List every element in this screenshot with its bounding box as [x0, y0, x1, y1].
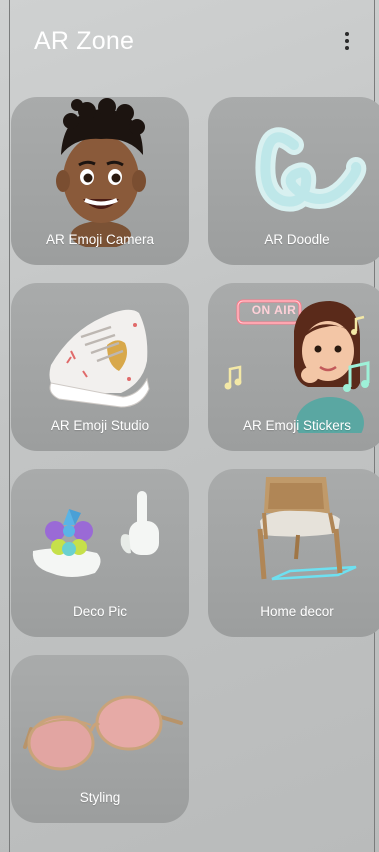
- deco-hands-icon: [32, 491, 159, 577]
- home-decor-label: Home decor: [260, 604, 334, 619]
- doodle-squiggle-icon: [255, 127, 367, 212]
- ar-emoji-stickers-card[interactable]: ON AIR AR Emoji Stickers: [208, 283, 379, 451]
- page-title: AR Zone: [34, 27, 135, 55]
- ar-emoji-studio-label: AR Emoji Studio: [50, 418, 150, 433]
- deco-pic-label: Deco Pic: [72, 604, 128, 619]
- on-air-badge: ON AIR: [251, 303, 297, 317]
- ar-emoji-camera-card[interactable]: AR Emoji Camera: [11, 97, 189, 265]
- home-decor-card[interactable]: Home decor: [208, 469, 379, 637]
- styling-label: Styling: [79, 790, 121, 805]
- more-options-icon[interactable]: [337, 32, 357, 58]
- styling-card[interactable]: Styling: [11, 655, 189, 823]
- chair-icon: [257, 477, 357, 581]
- left-edge-divider: [9, 0, 10, 852]
- ar-doodle-card[interactable]: AR Doodle: [208, 97, 379, 265]
- deco-pic-card[interactable]: Deco Pic: [11, 469, 189, 637]
- sneaker-icon: [49, 309, 150, 408]
- ar-emoji-stickers-label: AR Emoji Stickers: [242, 418, 352, 433]
- sunglasses-icon: [23, 695, 183, 771]
- ar-doodle-label: AR Doodle: [264, 232, 330, 247]
- avatar-head-icon: [56, 98, 146, 247]
- ar-emoji-camera-label: AR Emoji Camera: [45, 232, 155, 247]
- ar-emoji-studio-card[interactable]: AR Emoji Studio: [11, 283, 189, 451]
- app-header: AR Zone: [34, 22, 365, 62]
